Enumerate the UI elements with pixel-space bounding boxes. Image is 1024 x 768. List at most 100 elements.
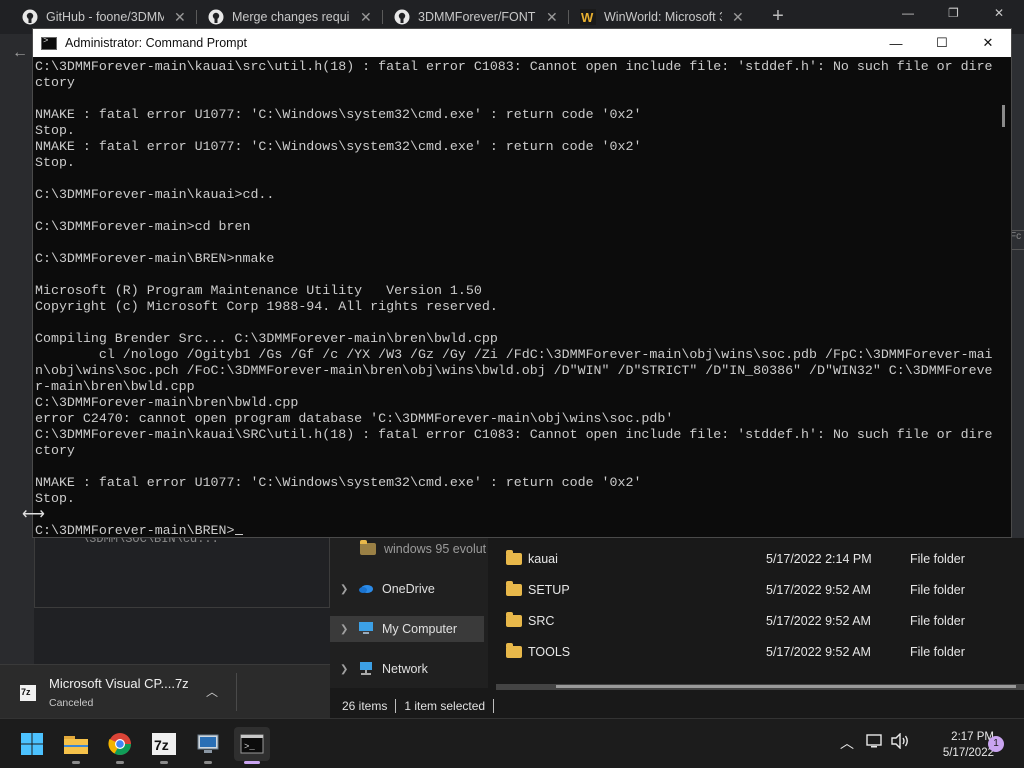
chrome-icon: [108, 733, 131, 755]
browser-close-icon[interactable]: ✕: [994, 6, 1004, 20]
command-prompt-window[interactable]: Administrator: Command Prompt — ☐ ✕ C:\3…: [32, 28, 1012, 538]
close-tab-icon[interactable]: ✕: [546, 9, 558, 26]
chevron-up-icon[interactable]: ︿: [206, 683, 218, 700]
browser-minimize-icon[interactable]: —: [902, 6, 914, 20]
back-arrow-icon[interactable]: ←: [12, 44, 28, 62]
file-row[interactable]: TOOLS 5/17/2022 9:52 AM File folder: [506, 640, 1006, 664]
console-line: C:\3DMMForever-main\kauai\SRC\util.h(18)…: [35, 427, 993, 442]
terminal-icon: [41, 36, 57, 50]
close-tab-icon[interactable]: ✕: [360, 9, 372, 26]
notification-badge[interactable]: 1: [988, 736, 1004, 752]
start-button[interactable]: [14, 727, 50, 761]
close-tab-icon[interactable]: ✕: [732, 9, 744, 26]
nav-item-my-computer[interactable]: ❯ My Computer: [330, 616, 484, 642]
scrollbar-thumb[interactable]: [556, 685, 1016, 688]
close-tab-icon[interactable]: ✕: [174, 9, 186, 26]
cmd-titlebar[interactable]: Administrator: Command Prompt — ☐ ✕: [33, 29, 1011, 57]
console-line: NMAKE : fatal error U1077: 'C:\Windows\s…: [35, 107, 642, 122]
right-fragment: Fc: [1010, 230, 1024, 250]
nav-item-label: My Computer: [382, 622, 458, 636]
file-row[interactable]: SRC 5/17/2022 9:52 AM File folder: [506, 609, 1006, 633]
file-explorer-taskbar-button[interactable]: [58, 727, 94, 764]
minimize-button[interactable]: —: [873, 29, 919, 57]
browser-tab-2[interactable]: Merge changes required ✕: [200, 4, 380, 30]
file-name: SRC: [528, 614, 555, 628]
file-row[interactable]: SETUP 5/17/2022 9:52 AM File folder: [506, 578, 1006, 602]
file-type: File folder: [910, 614, 965, 628]
running-indicator: [160, 761, 168, 764]
clock-time: 2:17 PM: [951, 731, 994, 743]
clock-date: 5/17/2022: [942, 747, 994, 759]
console-line: Stop.: [35, 155, 75, 170]
console-prompt[interactable]: C:\3DMMForever-main\BREN>: [35, 523, 997, 535]
browser-page-left: [0, 34, 34, 664]
browser-tab-3[interactable]: 3DMMForever/FONTS ✕: [386, 4, 566, 30]
console-line: C:\3DMMForever-main\bren\bwld.cpp: [35, 395, 299, 410]
folder-icon: [506, 550, 522, 565]
file-date: 5/17/2022 9:52 AM: [766, 583, 871, 597]
volume-icon[interactable]: [890, 732, 910, 752]
7zip-icon: 7z: [152, 733, 176, 755]
nav-item-label: windows 95 evolut: [384, 542, 487, 556]
taskbar-clock[interactable]: 2:17 PM 5/17/2022: [914, 729, 994, 761]
taskbar: 7z >_ ︿ 2:17 PM 5/17/2022: [0, 718, 1024, 768]
chrome-taskbar-button[interactable]: [102, 727, 138, 764]
winworld-icon: W: [580, 9, 596, 25]
nav-item-onedrive[interactable]: ❯ OneDrive: [340, 576, 482, 602]
maximize-button[interactable]: ☐: [919, 29, 965, 57]
file-date: 5/17/2022 9:52 AM: [766, 614, 871, 628]
chevron-up-icon[interactable]: ︿: [840, 733, 854, 753]
file-name: TOOLS: [528, 645, 571, 659]
network-tray-icon[interactable]: [866, 733, 884, 752]
tab-divider: [568, 10, 569, 24]
console-line: ctory: [35, 75, 75, 90]
chevron-right-icon[interactable]: ❯: [340, 584, 350, 595]
chevron-right-icon[interactable]: ❯: [340, 624, 350, 635]
resize-cursor-icon: ⟷: [22, 506, 45, 523]
prompt-text: C:\3DMMForever-main\BREN>: [35, 523, 235, 535]
close-button[interactable]: ✕: [965, 29, 1011, 57]
scrollbar-thumb[interactable]: [1002, 105, 1005, 127]
console-line: C:\3DMMForever-main\kauai\src\util.h(18)…: [35, 59, 993, 74]
nav-item-label: OneDrive: [382, 582, 435, 596]
console-line: r-main\bren\bwld.cpp: [35, 379, 195, 394]
browser-tab-4[interactable]: W WinWorld: Microsoft 3D ✕: [572, 4, 752, 30]
svg-text:7z: 7z: [154, 737, 169, 753]
console-scrollbar[interactable]: [997, 57, 1011, 537]
download-item[interactable]: Microsoft Visual CP....7z Canceled ︿: [0, 664, 330, 718]
window-title: Administrator: Command Prompt: [65, 36, 248, 50]
selection-count: 1 item selected: [404, 699, 486, 713]
browser-tab-1[interactable]: GitHub - foone/3DMMForever ✕: [14, 4, 194, 30]
download-status: Canceled: [49, 697, 94, 709]
tab-title: WinWorld: Microsoft 3D: [604, 10, 722, 24]
remote-desktop-icon: [197, 734, 219, 753]
horizontal-scrollbar[interactable]: [496, 684, 1024, 690]
network-icon: [358, 661, 374, 678]
tab-divider: [382, 10, 383, 24]
nav-item-windows95[interactable]: windows 95 evolut: [360, 536, 502, 562]
console-line: Compiling Brender Src... C:\3DMMForever-…: [35, 331, 498, 346]
new-tab-button[interactable]: +: [768, 6, 788, 26]
tab-title: Merge changes required: [232, 10, 350, 24]
folder-icon: [360, 540, 376, 555]
console-output[interactable]: C:\3DMMForever-main\kauai\src\util.h(18)…: [35, 59, 997, 535]
console-line: Copyright (c) Microsoft Corp 1988-94. Al…: [35, 299, 498, 314]
terminal-taskbar-button[interactable]: >_: [234, 727, 270, 764]
file-row[interactable]: kauai 5/17/2022 2:14 PM File folder: [506, 547, 1006, 571]
console-line: C:\3DMMForever-main\BREN>nmake: [35, 251, 275, 266]
chevron-right-icon[interactable]: ❯: [340, 664, 350, 675]
browser-restore-icon[interactable]: ❐: [948, 6, 959, 20]
nav-item-network[interactable]: ❯ Network: [340, 656, 482, 682]
folder-icon: [506, 643, 522, 658]
text-cursor: [234, 534, 243, 535]
remote-desktop-taskbar-button[interactable]: [190, 727, 226, 764]
folder-icon: [506, 581, 522, 596]
running-indicator: [244, 761, 260, 764]
file-date: 5/17/2022 2:14 PM: [766, 552, 872, 566]
console-line: NMAKE : fatal error U1077: 'C:\Windows\s…: [35, 475, 642, 490]
svg-text:>_: >_: [244, 742, 255, 752]
7zip-taskbar-button[interactable]: 7z: [146, 727, 182, 764]
